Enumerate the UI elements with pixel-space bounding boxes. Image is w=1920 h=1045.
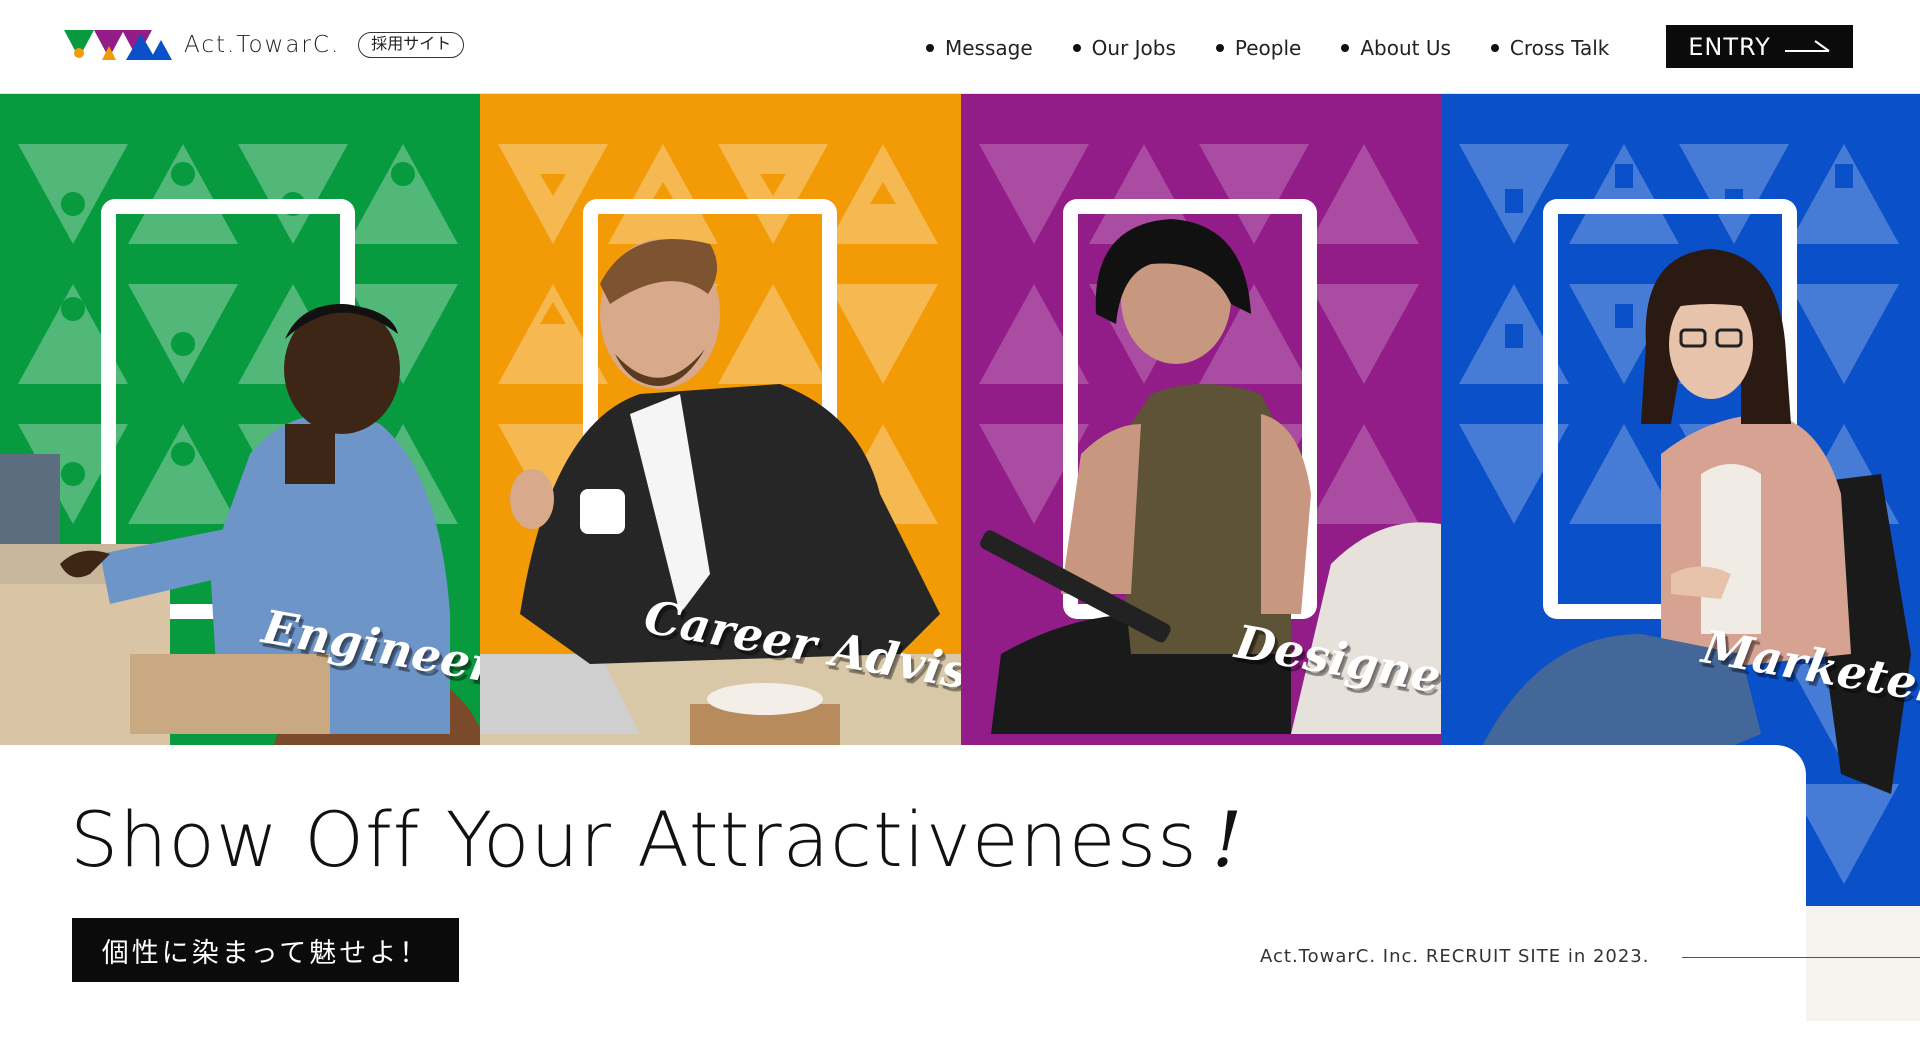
logo-mark-icon (64, 30, 172, 60)
arrow-right-icon (1784, 39, 1830, 52)
nav-item-label: People (1234, 36, 1302, 60)
copyright-text: Act.TowarC. Inc. RECRUIT SITE in 2023. (1260, 946, 1650, 967)
logo-text: Act.TowarC. (184, 32, 341, 58)
nav-item-about-us[interactable]: About Us (1341, 36, 1451, 60)
nav-item-people[interactable]: People (1215, 36, 1302, 60)
bullet-icon (926, 44, 934, 52)
nav-item-label: Our Jobs (1091, 36, 1176, 60)
nav-item-label: About Us (1360, 36, 1451, 60)
site-header: Act.TowarC. 採用サイト Message Our Jobs Peopl… (0, 0, 1920, 94)
site-badge: 採用サイト (358, 32, 465, 58)
bullet-icon (1490, 44, 1499, 52)
nav-item-message[interactable]: Message (926, 36, 1033, 60)
bottom-strip (1806, 906, 1920, 1021)
headline-mark: ! (1211, 795, 1244, 884)
nav-item-label: Message (945, 36, 1033, 60)
nav-item-our-jobs[interactable]: Our Jobs (1072, 36, 1176, 60)
content-card (0, 745, 1806, 1045)
nav-item-label: Cross Talk (1509, 36, 1610, 60)
entry-button[interactable]: ENTRY (1666, 25, 1853, 68)
main-nav: Message Our Jobs People About Us Cross T… (926, 36, 1649, 60)
divider-line (1682, 957, 1920, 958)
jp-tagline: 個性に染まって魅せよ！ (72, 918, 459, 982)
nav-item-cross-talk[interactable]: Cross Talk (1490, 36, 1610, 60)
bullet-icon (1072, 44, 1081, 52)
bullet-icon (1215, 44, 1224, 52)
entry-button-label: ENTRY (1688, 32, 1771, 61)
page-headline: Show Off Your Attractiveness! (70, 795, 1243, 884)
bullet-icon (1341, 44, 1350, 52)
headline-text: Show Off Your Attractiveness (70, 795, 1198, 884)
logo[interactable]: Act.TowarC. 採用サイト (64, 26, 465, 64)
